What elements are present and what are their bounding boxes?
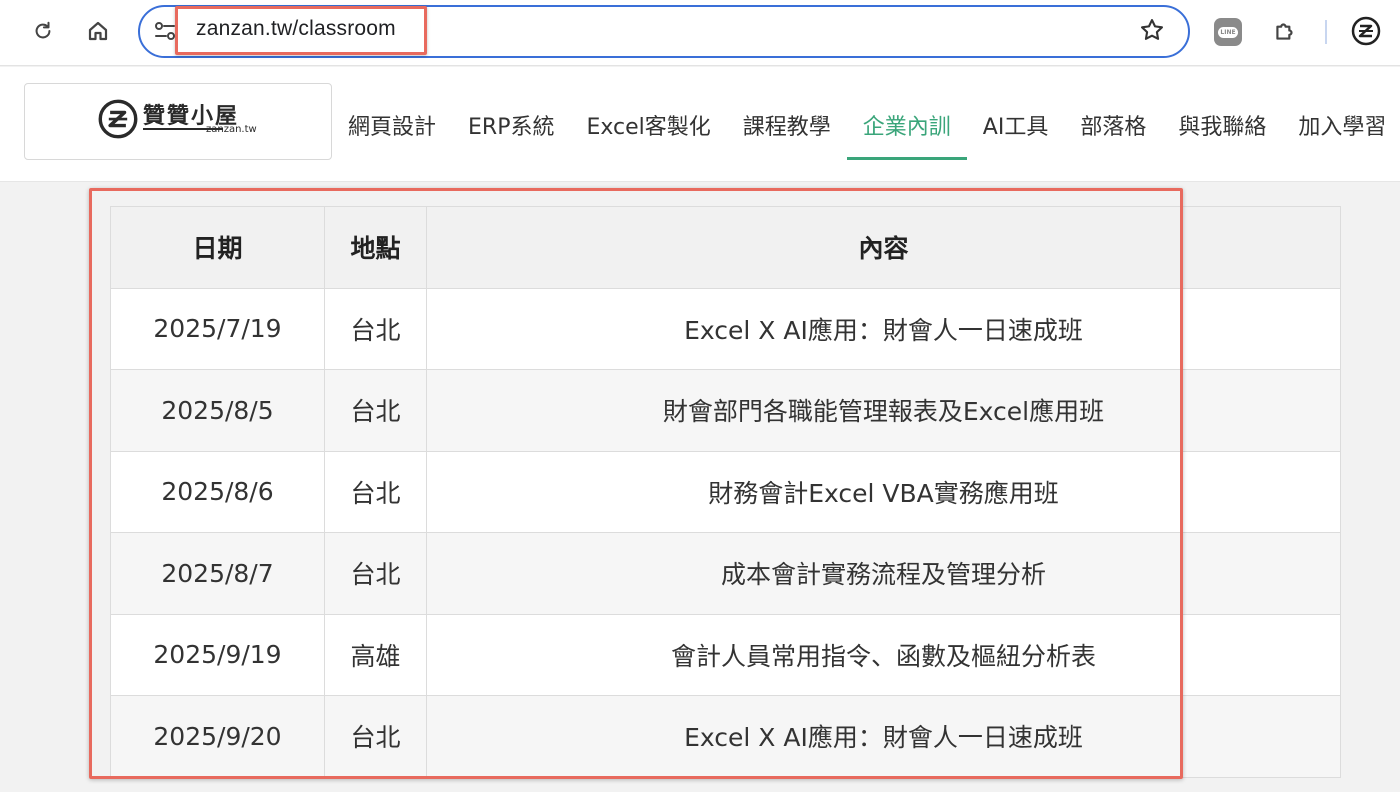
profile-icon[interactable] <box>1350 15 1382 51</box>
nav-item-join[interactable]: 加入學習 <box>1282 67 1400 182</box>
table-row: 2025/8/5 台北 財會部門各職能管理報表及Excel應用班 <box>110 369 1341 452</box>
browser-toolbar: zanzan.tw/classroom LINE <box>0 0 1400 66</box>
main-nav: 網頁設計 ERP系統 Excel客製化 課程教學 企業內訓 AI工具 部落格 與… <box>332 67 1400 182</box>
cell-date: 2025/8/5 <box>110 369 325 452</box>
cell-content: 財務會計Excel VBA實務應用班 <box>426 450 1341 533</box>
cell-location: 台北 <box>324 369 427 452</box>
url-highlight-box <box>175 6 427 55</box>
cell-date: 2025/9/20 <box>110 695 325 778</box>
logo-mark-icon <box>97 98 139 144</box>
cell-location: 台北 <box>324 695 427 778</box>
table-row: 2025/9/20 台北 Excel X AI應用：財會人一日速成班 <box>110 695 1341 778</box>
table-row: 2025/9/19 高雄 會計人員常用指令、函數及樞紐分析表 <box>110 613 1341 696</box>
reload-icon[interactable] <box>25 13 61 49</box>
table-row: 2025/8/6 台北 財務會計Excel VBA實務應用班 <box>110 450 1341 533</box>
cell-location: 台北 <box>324 287 427 370</box>
cell-date: 2025/8/6 <box>110 450 325 533</box>
cell-content: 會計人員常用指令、函數及樞紐分析表 <box>426 613 1341 696</box>
toolbar-divider <box>1325 20 1327 44</box>
site-header: 贊贊小屋 zanzan.tw 網頁設計 ERP系統 Excel客製化 課程教學 … <box>0 67 1400 182</box>
cell-content: 成本會計實務流程及管理分析 <box>426 532 1341 615</box>
cell-content: Excel X AI應用：財會人一日速成班 <box>426 695 1341 778</box>
cell-date: 2025/8/7 <box>110 532 325 615</box>
line-extension-icon[interactable]: LINE <box>1214 18 1242 46</box>
header-date: 日期 <box>110 206 325 289</box>
table-row: 2025/8/7 台北 成本會計實務流程及管理分析 <box>110 532 1341 615</box>
header-location: 地點 <box>324 206 427 289</box>
cell-date: 2025/9/19 <box>110 613 325 696</box>
nav-item-ai-tools[interactable]: AI工具 <box>967 67 1065 182</box>
nav-item-courses[interactable]: 課程教學 <box>727 67 847 182</box>
table-header-row: 日期 地點 內容 <box>110 206 1341 289</box>
nav-item-excel-custom[interactable]: Excel客製化 <box>570 67 726 182</box>
nav-item-web-design[interactable]: 網頁設計 <box>332 67 452 182</box>
site-logo[interactable]: 贊贊小屋 zanzan.tw <box>24 83 332 160</box>
nav-item-erp[interactable]: ERP系統 <box>452 67 570 182</box>
extensions-puzzle-icon[interactable] <box>1267 13 1303 49</box>
cell-content: 財會部門各職能管理報表及Excel應用班 <box>426 369 1341 452</box>
training-schedule-table: 日期 地點 內容 2025/7/19 台北 Excel X AI應用：財會人一日… <box>110 206 1341 778</box>
cell-location: 台北 <box>324 450 427 533</box>
bookmark-star-icon[interactable] <box>1138 16 1166 48</box>
nav-item-blog[interactable]: 部落格 <box>1064 67 1162 182</box>
cell-content: Excel X AI應用：財會人一日速成班 <box>426 287 1341 370</box>
logo-subtitle: zanzan.tw <box>206 124 257 135</box>
home-icon[interactable] <box>80 13 116 49</box>
header-content: 內容 <box>426 206 1341 289</box>
cell-date: 2025/7/19 <box>110 287 325 370</box>
nav-item-corporate-training[interactable]: 企業內訓 <box>846 67 967 182</box>
table-row: 2025/7/19 台北 Excel X AI應用：財會人一日速成班 <box>110 287 1341 370</box>
nav-item-contact[interactable]: 與我聯絡 <box>1162 67 1282 182</box>
cell-location: 台北 <box>324 532 427 615</box>
cell-location: 高雄 <box>324 613 427 696</box>
